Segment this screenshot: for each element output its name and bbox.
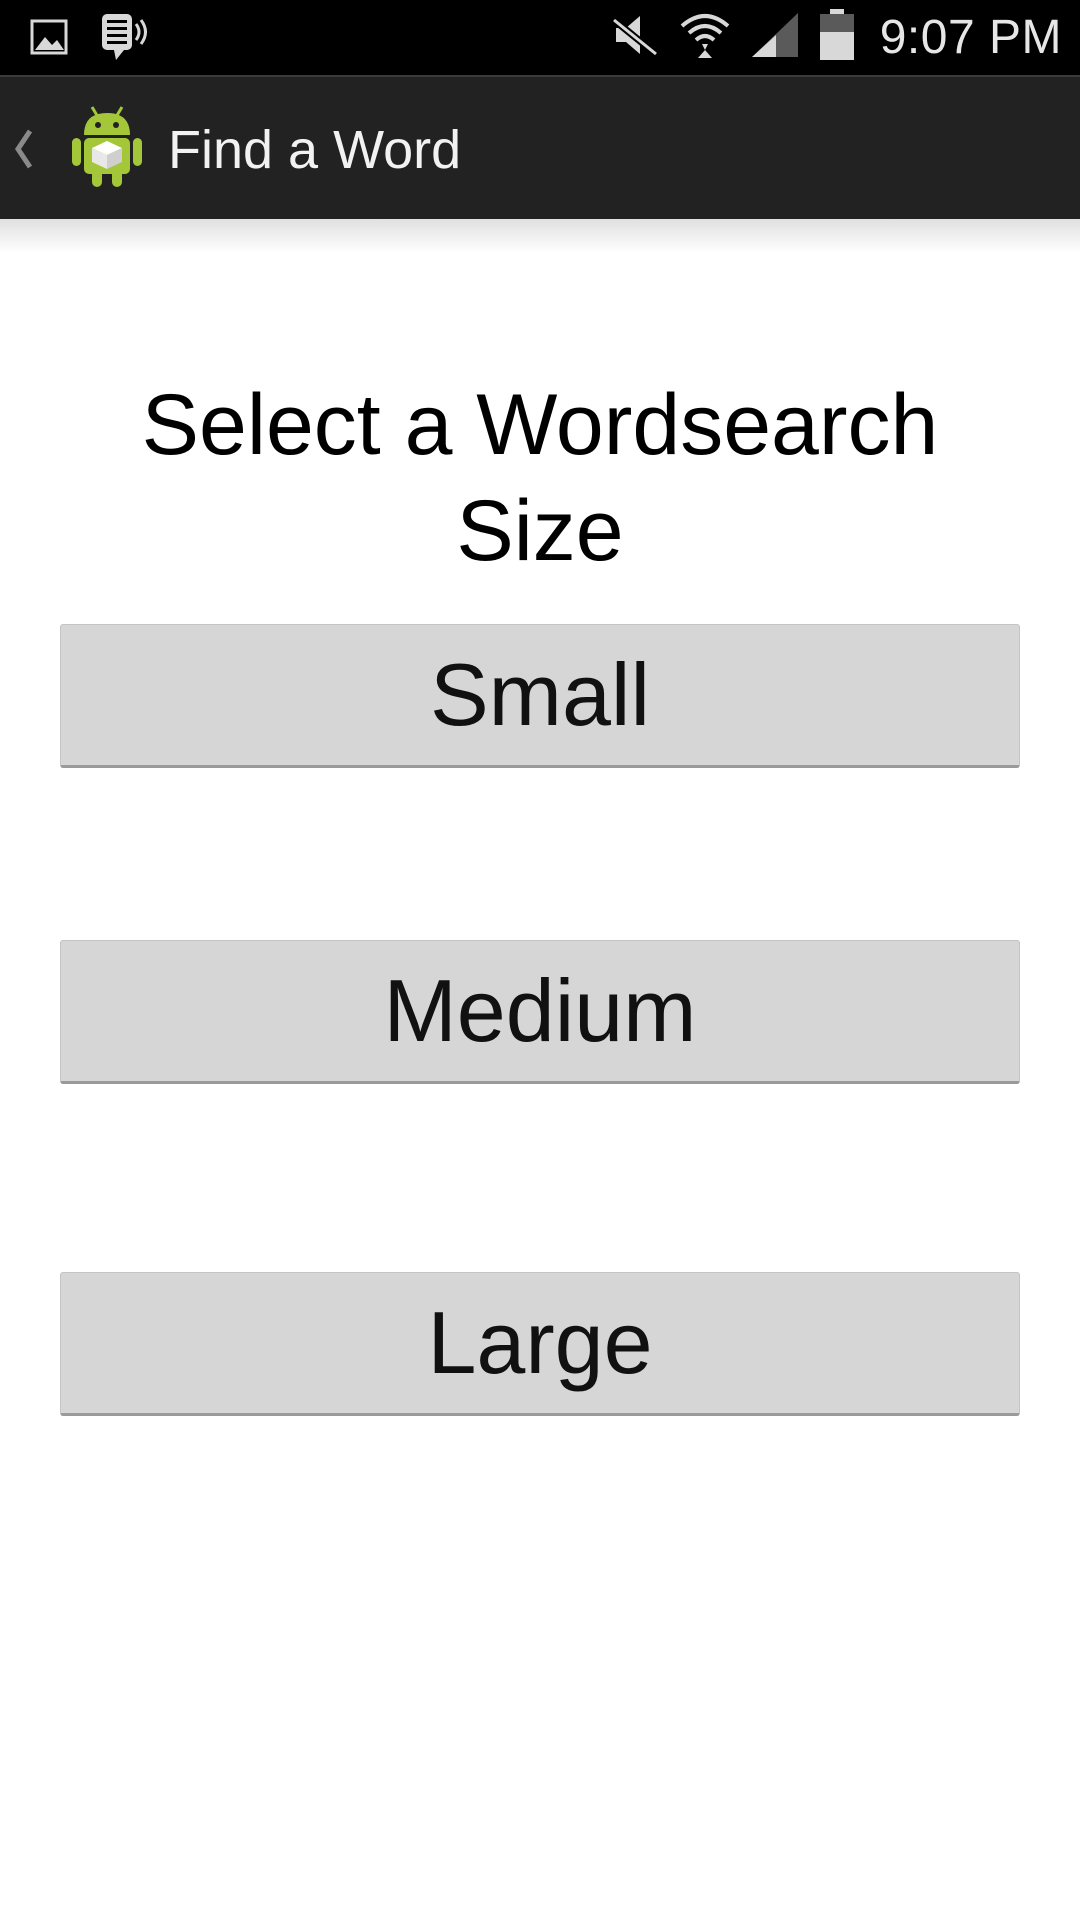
page-heading: Select a Wordsearch Size	[60, 372, 1020, 584]
gallery-icon	[30, 19, 68, 60]
app-title: Find a Word	[168, 120, 462, 180]
action-bar: Find a Word	[0, 75, 1080, 219]
mute-icon	[610, 12, 660, 63]
action-bar-shadow	[0, 219, 1080, 253]
wifi-icon	[678, 10, 732, 65]
status-right-icons: 9:07 PM	[610, 0, 1062, 75]
status-left-icons	[30, 12, 152, 67]
up-caret-icon[interactable]	[12, 127, 36, 176]
battery-icon	[818, 8, 856, 67]
large-size-button[interactable]: Large	[60, 1272, 1020, 1416]
signal-icon	[750, 11, 800, 64]
medium-size-button[interactable]: Medium	[60, 940, 1020, 1084]
small-size-button[interactable]: Small	[60, 624, 1020, 768]
status-bar: 9:07 PM	[0, 0, 1080, 75]
voicemail-icon	[100, 12, 152, 67]
android-app-icon[interactable]	[70, 103, 144, 194]
heading-line-2: Size	[456, 483, 624, 579]
status-time: 9:07 PM	[879, 11, 1062, 64]
heading-line-1: Select a Wordsearch	[141, 377, 939, 473]
